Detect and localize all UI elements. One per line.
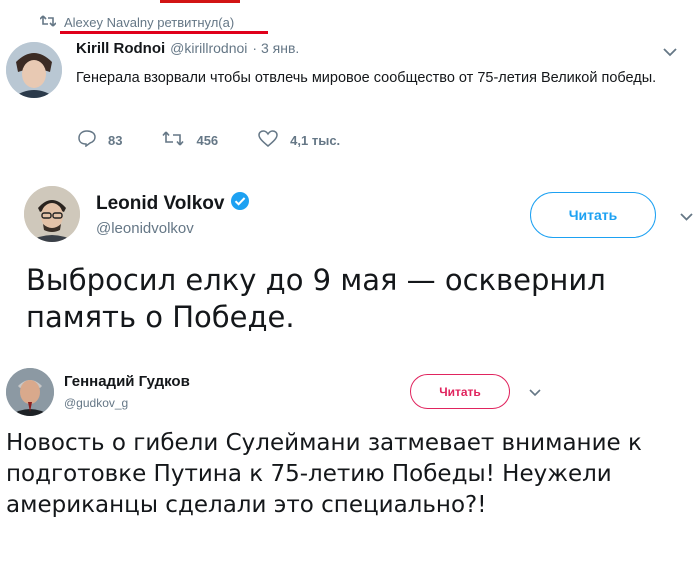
avatar-leonid-volkov[interactable] bbox=[24, 186, 80, 242]
tweet1-handle[interactable]: @kirillrodnoi bbox=[170, 40, 247, 56]
tweet3-author-name[interactable]: Геннадий Гудков bbox=[64, 373, 190, 390]
like-button[interactable]: 4,1 тыс. bbox=[258, 130, 340, 150]
tweet1-header: Kirill Rodnoi @kirillrodnoi · 3 янв. bbox=[76, 40, 299, 57]
retweet-red-underline bbox=[60, 31, 268, 34]
retweet-button[interactable]: 456 bbox=[162, 131, 218, 149]
reply-icon bbox=[78, 130, 108, 150]
tweet2-handle[interactable]: @leonidvolkov bbox=[96, 220, 194, 237]
avatar-kirill-rodnoi[interactable] bbox=[6, 42, 62, 98]
reply-count: 83 bbox=[108, 132, 123, 148]
follow-button-volkov[interactable]: Читать bbox=[530, 192, 656, 238]
heart-icon bbox=[258, 130, 290, 150]
tweet1-actions: 83 456 4,1 тыс. bbox=[78, 130, 380, 150]
tweet3-text: Новость о гибели Сулеймани затмевает вни… bbox=[6, 430, 642, 518]
tweet1-date[interactable]: · 3 янв. bbox=[252, 40, 299, 56]
chevron-down-icon[interactable] bbox=[680, 210, 693, 224]
retweet-label[interactable]: Alexey Navalny ретвитнул(а) bbox=[64, 15, 234, 30]
tweet2-author-name[interactable]: Leonid Volkov bbox=[96, 193, 224, 215]
follow-button-gudkov[interactable]: Читать bbox=[410, 374, 510, 409]
verified-badge-icon bbox=[230, 191, 250, 216]
retweet-icon bbox=[162, 131, 196, 149]
retweet-icon bbox=[39, 14, 64, 30]
chevron-down-icon[interactable] bbox=[529, 386, 541, 400]
chevron-down-icon[interactable] bbox=[663, 46, 677, 60]
tweet1-text: Генерала взорвали чтобы отвлечь мировое … bbox=[76, 70, 657, 86]
like-count: 4,1 тыс. bbox=[290, 132, 341, 148]
tweet3-handle[interactable]: @gudkov_g bbox=[64, 396, 128, 410]
reply-button[interactable]: 83 bbox=[78, 130, 122, 150]
top-red-underline-fragment bbox=[160, 0, 240, 3]
retweet-count: 456 bbox=[196, 132, 219, 148]
tweet2-name-row: Leonid Volkov bbox=[96, 191, 250, 216]
tweet1-author-name[interactable]: Kirill Rodnoi bbox=[76, 40, 165, 57]
avatar-gudkov[interactable] bbox=[6, 368, 54, 416]
retweet-context: Alexey Navalny ретвитнул(а) bbox=[39, 12, 234, 32]
tweet2-text: Выбросил елку до 9 мая — осквернил памят… bbox=[26, 263, 606, 334]
